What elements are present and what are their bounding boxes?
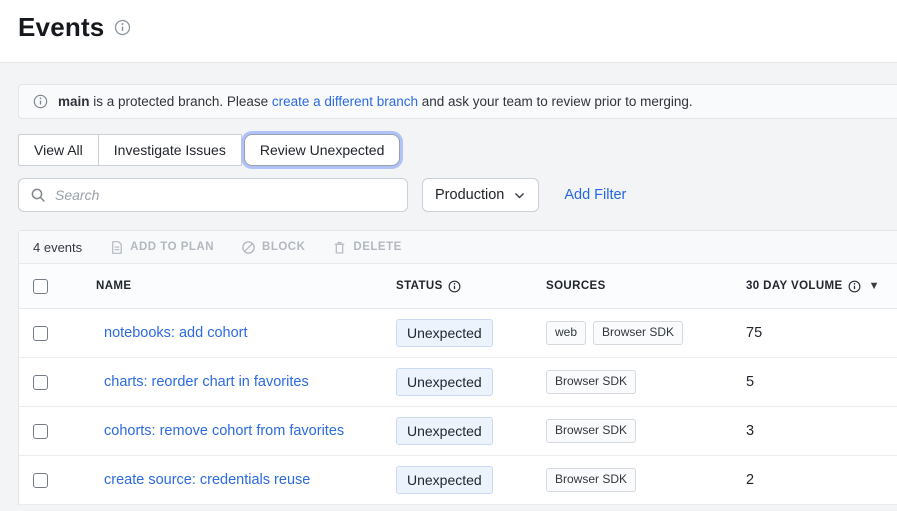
source-chip: Browser SDK <box>593 321 683 344</box>
app-header: Events <box>0 0 897 63</box>
source-chip: Browser SDK <box>546 419 636 442</box>
search-input[interactable] <box>55 187 396 203</box>
status-badge: Unexpected <box>396 319 493 347</box>
event-count: 4 events <box>33 240 82 255</box>
table-row: notebooks: add cohort Unexpected web Bro… <box>19 309 897 358</box>
event-name-link[interactable]: cohorts: remove cohort from favorites <box>96 423 344 439</box>
volume-value: 5 <box>746 374 897 390</box>
column-header-sources: SOURCES <box>546 280 746 292</box>
branch-name: main <box>58 94 90 109</box>
select-all-checkbox[interactable] <box>33 279 48 294</box>
row-checkbox[interactable] <box>33 375 48 390</box>
search-icon <box>30 187 46 203</box>
filter-row: Production Add Filter <box>18 178 897 212</box>
column-header-name: NAME <box>96 280 396 292</box>
environment-value: Production <box>435 187 504 203</box>
search-box[interactable] <box>18 178 408 212</box>
info-icon[interactable] <box>848 280 861 293</box>
source-chip: Browser SDK <box>546 370 636 393</box>
page-content: main is a protected branch. Please creat… <box>0 63 897 511</box>
block-button[interactable]: BLOCK <box>241 240 305 255</box>
source-chip: web <box>546 321 586 344</box>
add-to-plan-icon <box>109 240 124 255</box>
sources-cell: Browser SDK <box>546 468 746 491</box>
table-header-row: NAME STATUS SOURCES 30 DAY VOLUME ▼ <box>19 264 897 309</box>
table-row: charts: reorder chart in favorites Unexp… <box>19 358 897 407</box>
sort-caret-icon[interactable]: ▼ <box>869 280 880 292</box>
environment-dropdown[interactable]: Production <box>422 178 539 212</box>
sources-cell: Browser SDK <box>546 370 746 393</box>
tab-view-all[interactable]: View All <box>18 134 99 166</box>
block-icon <box>241 240 256 255</box>
protected-branch-banner: main is a protected branch. Please creat… <box>18 84 897 119</box>
column-header-status: STATUS <box>396 280 546 293</box>
table-row: cohorts: remove cohort from favorites Un… <box>19 407 897 456</box>
column-header-volume[interactable]: 30 DAY VOLUME ▼ <box>746 280 897 293</box>
row-checkbox[interactable] <box>33 424 48 439</box>
view-tabs: View All Investigate Issues Review Unexp… <box>18 134 897 166</box>
event-name-link[interactable]: charts: reorder chart in favorites <box>96 374 309 390</box>
source-chip: Browser SDK <box>546 468 636 491</box>
event-name-link[interactable]: create source: credentials reuse <box>96 472 310 488</box>
tab-investigate-issues[interactable]: Investigate Issues <box>98 134 242 166</box>
delete-icon <box>332 240 347 255</box>
banner-text: main is a protected branch. Please creat… <box>58 94 693 109</box>
chevron-down-icon <box>513 189 526 202</box>
volume-value: 2 <box>746 472 897 488</box>
event-name-link[interactable]: notebooks: add cohort <box>96 325 248 341</box>
volume-value: 75 <box>746 325 897 341</box>
status-badge: Unexpected <box>396 368 493 396</box>
page-title: Events <box>18 12 104 43</box>
info-icon[interactable] <box>114 19 131 36</box>
events-table: 4 events ADD TO PLAN BLOCK DELETE NAME S… <box>18 230 897 505</box>
row-checkbox[interactable] <box>33 473 48 488</box>
volume-value: 3 <box>746 423 897 439</box>
info-icon <box>33 94 48 109</box>
tab-review-unexpected[interactable]: Review Unexpected <box>244 134 401 166</box>
status-badge: Unexpected <box>396 417 493 445</box>
bulk-action-bar: 4 events ADD TO PLAN BLOCK DELETE <box>19 231 897 264</box>
status-badge: Unexpected <box>396 466 493 494</box>
sources-cell: web Browser SDK <box>546 321 746 344</box>
sources-cell: Browser SDK <box>546 419 746 442</box>
info-icon[interactable] <box>448 280 461 293</box>
row-checkbox[interactable] <box>33 326 48 341</box>
delete-button[interactable]: DELETE <box>332 240 401 255</box>
table-row: create source: credentials reuse Unexpec… <box>19 456 897 505</box>
add-filter-button[interactable]: Add Filter <box>564 187 626 203</box>
add-to-plan-button[interactable]: ADD TO PLAN <box>109 240 214 255</box>
create-branch-link[interactable]: create a different branch <box>272 94 418 109</box>
